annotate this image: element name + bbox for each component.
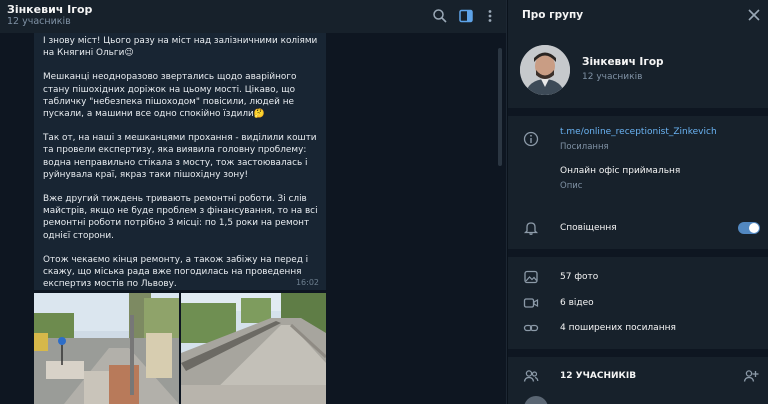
chat-pane: Зінкевич Ігор 12 учасників І знову міст!… [0,0,506,404]
search-icon[interactable] [432,8,448,24]
avatar[interactable] [520,45,570,95]
section-divider [508,249,768,257]
chat-scrollbar[interactable] [498,48,502,166]
group-description-label: Опис [560,181,583,191]
shared-links-count[interactable]: 4 поширених посилання [560,323,676,333]
info-icon [523,131,539,147]
message-text: І знову міст! Цього разу на міст над зал… [43,36,318,290]
video-icon [523,295,539,311]
group-info-panel: Про групу Зінкевич Ігор 12 учасників t.m… [507,0,768,404]
add-member-icon[interactable] [743,368,759,384]
chat-header: Зінкевич Ігор 12 учасників [0,0,506,33]
invite-link[interactable]: t.me/online_receptionist_Zinkevich [560,127,717,137]
message-photo[interactable] [34,293,179,404]
member-avatar[interactable] [524,396,548,404]
section-divider [508,108,768,116]
info-panel-title: Про групу [522,9,584,21]
members-header: 12 УЧАСНИКІВ [560,371,637,381]
message-time: 16:02 [295,278,319,287]
chat-title[interactable]: Зінкевич Ігор [7,3,92,16]
bell-icon [523,220,539,236]
profile-member-count: 12 учасників [582,72,643,82]
sidebar-toggle-icon[interactable] [458,8,474,24]
members-icon [523,368,539,384]
message-photo[interactable] [181,293,326,404]
close-icon[interactable] [747,7,761,21]
link-icon [523,320,539,336]
profile-name: Зінкевич Ігор [582,56,664,68]
photos-count[interactable]: 57 фото [560,272,598,282]
notifications-label: Сповіщення [560,223,617,233]
chat-member-count: 12 учасників [7,16,71,27]
photo-icon [523,269,539,285]
group-description: Онлайн офіс приймальня [560,166,681,176]
section-divider [508,349,768,357]
more-vert-icon[interactable] [482,8,498,24]
invite-link-label: Посилання [560,142,609,152]
message-bubble[interactable]: І знову міст! Цього разу на міст над зал… [34,24,326,290]
videos-count[interactable]: 6 відео [560,298,594,308]
notifications-toggle[interactable] [738,222,760,234]
